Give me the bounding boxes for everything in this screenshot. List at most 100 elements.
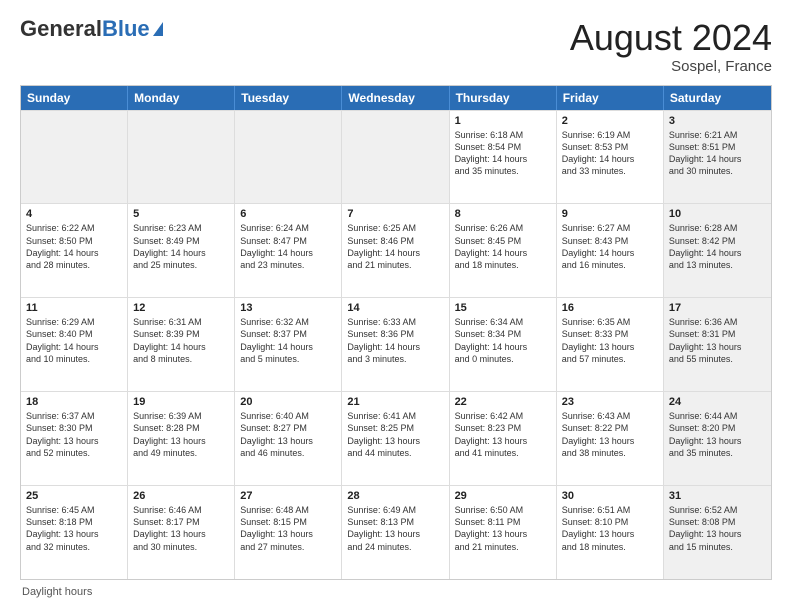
cal-cell-3-7: 17 Sunrise: 6:36 AM Sunset: 8:31 PM Dayli… [664, 298, 771, 391]
cell-text: Sunrise: 6:26 AM Sunset: 8:45 PM Dayligh… [455, 222, 551, 271]
day-number: 4 [26, 208, 122, 220]
cal-cell-2-6: 9 Sunrise: 6:27 AM Sunset: 8:43 PM Daylig… [557, 204, 664, 297]
cell-text: Sunrise: 6:19 AM Sunset: 8:53 PM Dayligh… [562, 129, 658, 178]
cell-text: Sunrise: 6:40 AM Sunset: 8:27 PM Dayligh… [240, 410, 336, 459]
day-number: 28 [347, 490, 443, 502]
day-number: 22 [455, 396, 551, 408]
cell-text: Sunrise: 6:18 AM Sunset: 8:54 PM Dayligh… [455, 129, 551, 178]
cell-text: Sunrise: 6:37 AM Sunset: 8:30 PM Dayligh… [26, 410, 122, 459]
cal-cell-4-3: 20 Sunrise: 6:40 AM Sunset: 8:27 PM Dayli… [235, 392, 342, 485]
week-row-4: 18Sunrise: 6:37 AM Sunset: 8:30 PM Dayli… [21, 391, 771, 485]
page: GeneralBlue August 2024 Sospel, France S… [0, 0, 792, 612]
cal-cell-2-3: 6 Sunrise: 6:24 AM Sunset: 8:47 PM Daylig… [235, 204, 342, 297]
cell-text: Sunrise: 6:52 AM Sunset: 8:08 PM Dayligh… [669, 504, 766, 553]
cell-text: Sunrise: 6:45 AM Sunset: 8:18 PM Dayligh… [26, 504, 122, 553]
day-number: 2 [562, 115, 658, 127]
logo-triangle-icon [153, 22, 163, 36]
header-cell-saturday: Saturday [664, 86, 771, 110]
day-number: 29 [455, 490, 551, 502]
cal-cell-3-5: 15 Sunrise: 6:34 AM Sunset: 8:34 PM Dayli… [450, 298, 557, 391]
cal-cell-2-7: 10Sunrise: 6:28 AM Sunset: 8:42 PM Dayli… [664, 204, 771, 297]
day-number: 17 [669, 302, 766, 314]
cell-text: Sunrise: 6:43 AM Sunset: 8:22 PM Dayligh… [562, 410, 658, 459]
cal-cell-4-2: 19 Sunrise: 6:39 AM Sunset: 8:28 PM Dayli… [128, 392, 235, 485]
cal-cell-1-3 [235, 111, 342, 204]
cal-cell-5-6: 30 Sunrise: 6:51 AM Sunset: 8:10 PM Dayli… [557, 486, 664, 579]
day-number: 15 [455, 302, 551, 314]
cell-text: Sunrise: 6:33 AM Sunset: 8:36 PM Dayligh… [347, 316, 443, 365]
cal-cell-5-4: 28Sunrise: 6:49 AM Sunset: 8:13 PM Dayli… [342, 486, 449, 579]
day-number: 16 [562, 302, 658, 314]
cell-text: Sunrise: 6:34 AM Sunset: 8:34 PM Dayligh… [455, 316, 551, 365]
cell-text: Sunrise: 6:27 AM Sunset: 8:43 PM Dayligh… [562, 222, 658, 271]
cell-text: Sunrise: 6:46 AM Sunset: 8:17 PM Dayligh… [133, 504, 229, 553]
cell-text: Sunrise: 6:48 AM Sunset: 8:15 PM Dayligh… [240, 504, 336, 553]
cell-text: Sunrise: 6:28 AM Sunset: 8:42 PM Dayligh… [669, 222, 766, 271]
day-number: 14 [347, 302, 443, 314]
day-number: 20 [240, 396, 336, 408]
logo: GeneralBlue [20, 18, 163, 40]
cell-text: Sunrise: 6:42 AM Sunset: 8:23 PM Dayligh… [455, 410, 551, 459]
day-number: 25 [26, 490, 122, 502]
header: GeneralBlue August 2024 Sospel, France [20, 18, 772, 75]
day-number: 3 [669, 115, 766, 127]
header-cell-friday: Friday [557, 86, 664, 110]
cal-cell-2-5: 8 Sunrise: 6:26 AM Sunset: 8:45 PM Daylig… [450, 204, 557, 297]
week-row-5: 25 Sunrise: 6:45 AM Sunset: 8:18 PM Dayli… [21, 485, 771, 579]
cal-cell-5-1: 25 Sunrise: 6:45 AM Sunset: 8:18 PM Dayli… [21, 486, 128, 579]
cell-text: Sunrise: 6:25 AM Sunset: 8:46 PM Dayligh… [347, 222, 443, 271]
day-number: 8 [455, 208, 551, 220]
day-number: 7 [347, 208, 443, 220]
day-number: 24 [669, 396, 766, 408]
cal-cell-1-5: 1 Sunrise: 6:18 AM Sunset: 8:54 PM Daylig… [450, 111, 557, 204]
cell-text: Sunrise: 6:41 AM Sunset: 8:25 PM Dayligh… [347, 410, 443, 459]
cell-text: Sunrise: 6:44 AM Sunset: 8:20 PM Dayligh… [669, 410, 766, 459]
week-row-1: 1 Sunrise: 6:18 AM Sunset: 8:54 PM Daylig… [21, 110, 771, 204]
day-number: 21 [347, 396, 443, 408]
header-cell-sunday: Sunday [21, 86, 128, 110]
week-row-3: 11Sunrise: 6:29 AM Sunset: 8:40 PM Dayli… [21, 297, 771, 391]
cell-text: Sunrise: 6:32 AM Sunset: 8:37 PM Dayligh… [240, 316, 336, 365]
cal-cell-2-1: 4Sunrise: 6:22 AM Sunset: 8:50 PM Daylig… [21, 204, 128, 297]
cell-text: Sunrise: 6:24 AM Sunset: 8:47 PM Dayligh… [240, 222, 336, 271]
day-number: 13 [240, 302, 336, 314]
cal-cell-1-7: 3Sunrise: 6:21 AM Sunset: 8:51 PM Daylig… [664, 111, 771, 204]
footer-note: Daylight hours [20, 586, 772, 598]
cal-cell-3-4: 14 Sunrise: 6:33 AM Sunset: 8:36 PM Dayli… [342, 298, 449, 391]
logo-blue-text: Blue [102, 18, 150, 40]
cell-text: Sunrise: 6:39 AM Sunset: 8:28 PM Dayligh… [133, 410, 229, 459]
cell-text: Sunrise: 6:35 AM Sunset: 8:33 PM Dayligh… [562, 316, 658, 365]
cal-cell-5-2: 26Sunrise: 6:46 AM Sunset: 8:17 PM Dayli… [128, 486, 235, 579]
header-cell-wednesday: Wednesday [342, 86, 449, 110]
cal-cell-1-1 [21, 111, 128, 204]
calendar-body: 1 Sunrise: 6:18 AM Sunset: 8:54 PM Daylig… [21, 110, 771, 579]
cal-cell-3-3: 13 Sunrise: 6:32 AM Sunset: 8:37 PM Dayli… [235, 298, 342, 391]
cell-text: Sunrise: 6:36 AM Sunset: 8:31 PM Dayligh… [669, 316, 766, 365]
day-number: 5 [133, 208, 229, 220]
cal-cell-4-6: 23Sunrise: 6:43 AM Sunset: 8:22 PM Dayli… [557, 392, 664, 485]
day-number: 19 [133, 396, 229, 408]
cal-cell-3-1: 11Sunrise: 6:29 AM Sunset: 8:40 PM Dayli… [21, 298, 128, 391]
header-cell-thursday: Thursday [450, 86, 557, 110]
day-number: 12 [133, 302, 229, 314]
day-number: 9 [562, 208, 658, 220]
day-number: 6 [240, 208, 336, 220]
day-number: 27 [240, 490, 336, 502]
cal-cell-4-5: 22 Sunrise: 6:42 AM Sunset: 8:23 PM Dayli… [450, 392, 557, 485]
location: Sospel, France [570, 58, 772, 75]
cal-cell-2-2: 5 Sunrise: 6:23 AM Sunset: 8:49 PM Daylig… [128, 204, 235, 297]
cal-cell-1-6: 2 Sunrise: 6:19 AM Sunset: 8:53 PM Daylig… [557, 111, 664, 204]
cal-cell-2-4: 7 Sunrise: 6:25 AM Sunset: 8:46 PM Daylig… [342, 204, 449, 297]
cal-cell-1-4 [342, 111, 449, 204]
cell-text: Sunrise: 6:31 AM Sunset: 8:39 PM Dayligh… [133, 316, 229, 365]
cal-cell-5-7: 31Sunrise: 6:52 AM Sunset: 8:08 PM Dayli… [664, 486, 771, 579]
header-cell-tuesday: Tuesday [235, 86, 342, 110]
cal-cell-4-4: 21 Sunrise: 6:41 AM Sunset: 8:25 PM Dayli… [342, 392, 449, 485]
day-number: 30 [562, 490, 658, 502]
cal-cell-4-1: 18Sunrise: 6:37 AM Sunset: 8:30 PM Dayli… [21, 392, 128, 485]
calendar: SundayMondayTuesdayWednesdayThursdayFrid… [20, 85, 772, 580]
cal-cell-4-7: 24 Sunrise: 6:44 AM Sunset: 8:20 PM Dayli… [664, 392, 771, 485]
cell-text: Sunrise: 6:51 AM Sunset: 8:10 PM Dayligh… [562, 504, 658, 553]
cell-text: Sunrise: 6:23 AM Sunset: 8:49 PM Dayligh… [133, 222, 229, 271]
day-number: 1 [455, 115, 551, 127]
